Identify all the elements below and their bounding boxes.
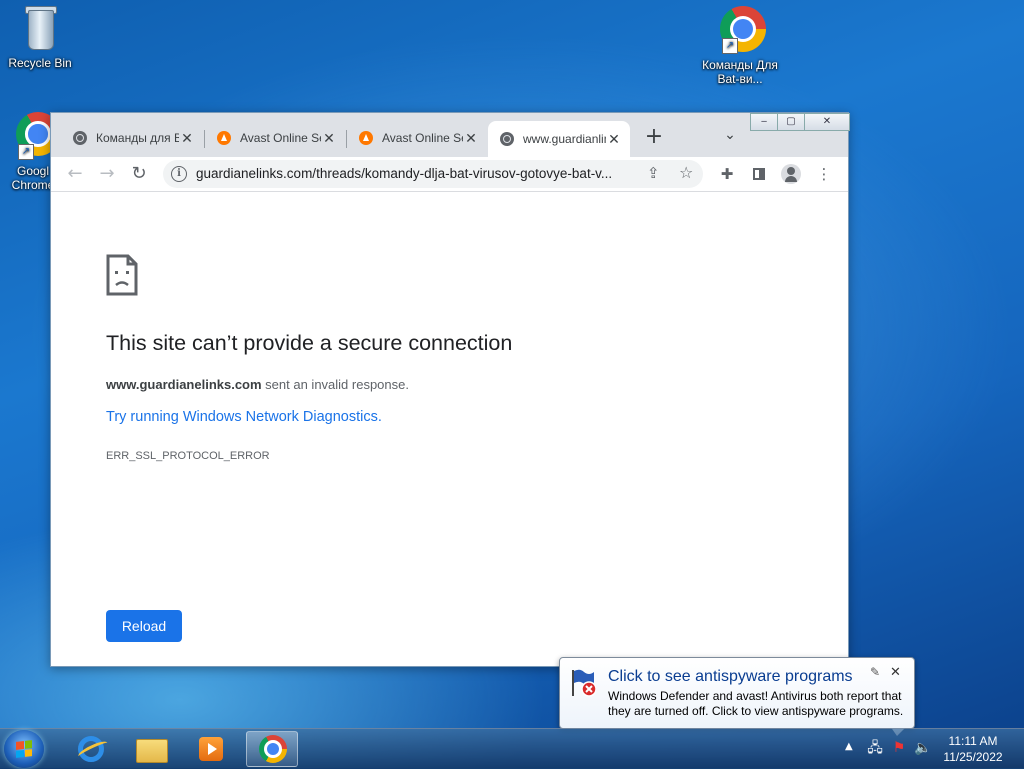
action-center-flag-icon <box>572 669 596 697</box>
browser-toolbar: ← → ↻ i guardianelinks.com/threads/koman… <box>51 157 848 192</box>
show-hidden-icons-arrow-icon[interactable]: ▲ <box>845 741 853 752</box>
notification-close-icon[interactable]: ✕ <box>890 664 901 680</box>
close-window-button[interactable]: ✕ <box>804 113 850 131</box>
folder-icon <box>136 739 168 763</box>
reload-button[interactable]: Reload <box>106 610 182 642</box>
action-center-alert-icon[interactable]: ⚑ <box>890 739 908 757</box>
forward-button[interactable]: → <box>95 162 119 186</box>
menu-kebab-icon[interactable]: ⋮ <box>812 162 836 186</box>
avast-icon <box>217 131 231 145</box>
tab-avast-1[interactable]: Avast Online Se ✕ <box>205 123 345 153</box>
new-tab-button[interactable]: + <box>641 125 667 151</box>
error-title: This site can’t provide a secure connect… <box>106 331 513 355</box>
notification-body[interactable]: Windows Defender and avast! Antivirus bo… <box>608 689 908 719</box>
network-diagnostics-link[interactable]: Try running Windows Network Diagnostics. <box>106 409 382 425</box>
chrome-shortcut-icon: ↗ <box>716 6 766 54</box>
recycle-bin-desktop-icon[interactable]: Recycle Bin <box>0 4 80 70</box>
recycle-bin-icon <box>16 4 64 52</box>
back-button[interactable]: ← <box>63 162 87 186</box>
system-clock[interactable]: 11:11 AM 11/25/2022 <box>940 733 1006 765</box>
commands-desktop-icon[interactable]: ↗ Команды Для Bat-ви... <box>700 6 780 86</box>
windows-logo-icon <box>16 740 32 758</box>
error-description: www.guardianelinks.com sent an invalid r… <box>106 377 409 392</box>
tab-title: Avast Online Se <box>382 131 463 145</box>
chrome-window: Команды для В ✕ Avast Online Se ✕ Avast … <box>50 112 850 667</box>
taskbar-internet-explorer[interactable] <box>64 731 116 767</box>
taskbar-file-explorer[interactable] <box>124 731 176 767</box>
avast-icon <box>359 131 373 145</box>
tab-komandy[interactable]: Команды для В ✕ <box>61 123 203 153</box>
extensions-puzzle-icon[interactable]: ✚ <box>715 162 739 186</box>
side-panel-icon[interactable] <box>747 162 771 186</box>
taskbar: ▲ 🖧 ⚑ 🔈 11:11 AM 11/25/2022 <box>0 728 1024 769</box>
error-page: This site can’t provide a secure connect… <box>51 192 848 666</box>
antispyware-notification[interactable]: Click to see antispyware programs Window… <box>559 657 915 736</box>
tab-strip: Команды для В ✕ Avast Online Se ✕ Avast … <box>51 113 850 157</box>
start-button[interactable] <box>4 730 44 768</box>
commands-shortcut-label: Команды Для Bat-ви... <box>702 58 778 86</box>
reload-icon-button[interactable]: ↻ <box>127 162 151 186</box>
tab-title: Команды для В <box>96 131 179 145</box>
tab-guardianlinks[interactable]: www.guardianlinks ✕ <box>488 121 630 157</box>
network-icon[interactable]: 🖧 <box>866 739 884 757</box>
bookmark-star-icon[interactable]: ☆ <box>679 163 693 182</box>
internet-explorer-icon <box>78 736 104 762</box>
taskbar-chrome[interactable] <box>246 731 298 767</box>
error-domain: www.guardianelinks.com <box>106 377 262 392</box>
options-wrench-icon[interactable]: ✎ <box>870 665 880 679</box>
window-controls: ‒ ▢ ✕ <box>750 113 850 131</box>
info-icon[interactable]: i <box>171 166 187 182</box>
error-description-text: sent an invalid response. <box>261 377 409 392</box>
share-icon[interactable]: ⇪ <box>647 164 660 182</box>
close-icon[interactable]: ✕ <box>463 130 479 147</box>
url-text[interactable]: guardianelinks.com/threads/komandy-dlja-… <box>196 166 636 181</box>
close-icon[interactable]: ✕ <box>321 130 337 147</box>
address-bar[interactable]: i guardianelinks.com/threads/komandy-dlj… <box>163 160 703 188</box>
clock-date: 11/25/2022 <box>943 750 1003 764</box>
globe-icon <box>500 132 514 146</box>
tab-title: www.guardianlinks <box>523 132 606 146</box>
sad-document-icon <box>106 254 138 296</box>
minimize-button[interactable]: ‒ <box>750 113 778 131</box>
tab-title: Avast Online Se <box>240 131 321 145</box>
recycle-bin-label: Recycle Bin <box>8 56 72 70</box>
close-icon[interactable]: ✕ <box>606 131 622 148</box>
volume-icon[interactable]: 🔈 <box>914 739 932 757</box>
error-code: ERR_SSL_PROTOCOL_ERROR <box>106 450 270 462</box>
chrome-icon <box>259 735 287 763</box>
maximize-button[interactable]: ▢ <box>777 113 805 131</box>
taskbar-media-player[interactable] <box>184 731 236 767</box>
tab-avast-2[interactable]: Avast Online Se ✕ <box>347 123 487 153</box>
tab-search-button[interactable]: ⌄ <box>719 127 741 149</box>
profile-avatar-icon[interactable] <box>781 164 801 184</box>
clock-time: 11:11 AM <box>948 734 998 748</box>
close-icon[interactable]: ✕ <box>179 130 195 147</box>
globe-icon <box>73 131 87 145</box>
notification-title[interactable]: Click to see antispyware programs <box>608 668 853 686</box>
media-player-icon <box>199 737 223 761</box>
